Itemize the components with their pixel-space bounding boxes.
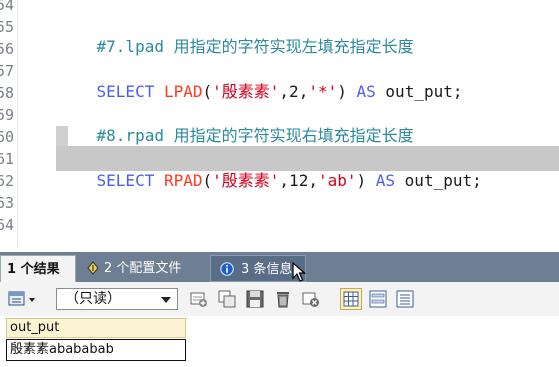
delete-icon[interactable] (274, 290, 292, 308)
line-number: 54 (0, 0, 14, 14)
keyword-as: AS (356, 82, 376, 101)
code-line-select-rpad[interactable]: SELECT RPAD('殷素素',12,'ab') AS out_put; (58, 148, 482, 214)
cancel-icon[interactable] (302, 290, 320, 308)
result-grid: out_put 殷素素abababab (0, 316, 559, 367)
paren: ( (202, 82, 213, 101)
alias-text: out_put; (385, 82, 463, 101)
function-name: LPAD (163, 82, 203, 101)
form-view-icon[interactable] (369, 290, 387, 308)
result-tab-strip: 1 个结果 2 个配置文件 3 条信息 (0, 252, 559, 282)
paren: ( (202, 171, 213, 190)
line-number: 63 (0, 194, 14, 212)
tab-messages-label: 3 条信息 (241, 262, 293, 277)
text-view-icon[interactable] (396, 290, 414, 308)
tab-profiles[interactable]: 2 个配置文件 (82, 255, 204, 282)
line-number: 58 (0, 84, 14, 102)
paren: ) (356, 171, 367, 190)
argument-text: ,12, (279, 171, 318, 190)
comment-text: #8.rpad 用指定的字符实现右填充指定长度 (96, 126, 414, 145)
alias-text: out_put; (404, 171, 482, 190)
line-number: 62 (0, 172, 14, 190)
chevron-down-icon (161, 297, 171, 303)
string-literal: '*' (308, 82, 338, 101)
export-icon[interactable] (8, 290, 38, 308)
line-number: 55 (0, 18, 14, 36)
result-cell-value: 殷素素abababab (10, 342, 114, 357)
line-number: 64 (0, 216, 14, 234)
add-row-icon[interactable] (190, 290, 208, 308)
result-mode-value: （只读） (65, 291, 121, 307)
string-literal: '殷素素' (212, 82, 280, 101)
tab-results[interactable]: 1 个结果 (0, 255, 76, 282)
gutter-divider (17, 0, 18, 247)
line-number: 57 (0, 62, 14, 80)
mouse-cursor-icon (292, 262, 306, 282)
tab-results-label: 1 个结果 (7, 262, 60, 277)
result-mode-select[interactable]: （只读） (56, 288, 178, 310)
string-literal: '殷素素' (212, 171, 280, 190)
argument-text: ,2, (279, 82, 309, 101)
keyword-as: AS (375, 171, 396, 190)
sql-editor[interactable]: 54 55 56 57 58 59 60 61 62 63 64 #7.lpad… (0, 0, 559, 247)
tab-profiles-label: 2 个配置文件 (104, 261, 182, 276)
function-name: RPAD (163, 171, 203, 190)
line-number: 60 (0, 128, 14, 146)
save-icon[interactable] (246, 290, 264, 308)
grid-view-icon[interactable] (340, 288, 362, 310)
column-header-out-put[interactable]: out_put (6, 318, 186, 338)
duplicate-row-icon[interactable] (218, 290, 236, 308)
info-icon (220, 262, 234, 276)
column-header-label: out_put (10, 320, 60, 335)
paren: ) (337, 82, 347, 101)
profile-icon (87, 261, 99, 275)
result-cell[interactable]: 殷素素abababab (6, 339, 186, 361)
comment-text: #7.lpad 用指定的字符实现左填充指定长度 (96, 37, 414, 56)
keyword-select: SELECT (96, 82, 155, 101)
string-literal: 'ab' (317, 171, 357, 190)
results-toolbar: （只读） (0, 282, 559, 317)
line-number-gutter: 54 55 56 57 58 59 60 61 62 63 64 (0, 0, 16, 247)
line-number: 59 (0, 106, 14, 124)
line-number: 61 (0, 150, 14, 168)
line-number: 56 (0, 40, 14, 58)
keyword-select: SELECT (96, 171, 155, 190)
